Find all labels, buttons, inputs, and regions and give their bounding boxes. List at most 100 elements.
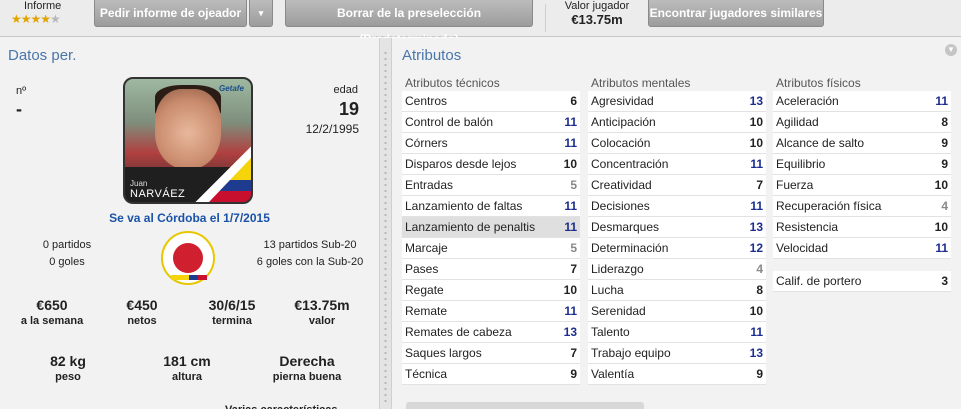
attribute-value: 9 (756, 367, 763, 381)
attribute-row: Equilibrio 9 (773, 154, 951, 175)
attribute-value: 9 (570, 367, 577, 381)
attribute-name: Concentración (591, 157, 669, 171)
u20-apps-matches: 13 partidos Sub-20 (263, 239, 357, 251)
mental-attributes-title: Atributos mentales (591, 76, 691, 90)
attribute-value: 5 (570, 241, 577, 255)
attribute-name: Lucha (591, 283, 624, 297)
collapse-icon[interactable]: ▼ (945, 44, 957, 56)
attribute-row: Lucha 8 (588, 280, 766, 301)
attribute-row: Serenidad 10 (588, 301, 766, 322)
attribute-value: 10 (563, 157, 577, 171)
attribute-value: 8 (756, 283, 763, 297)
technical-attributes-title: Atributos técnicos (405, 76, 500, 90)
attribute-name: Determinación (591, 241, 669, 255)
attribute-value: 13 (563, 325, 577, 339)
attribute-row: Agilidad 8 (773, 112, 951, 133)
squad-number-value: - (16, 99, 22, 119)
attribute-value: 11 (564, 115, 577, 129)
attribute-value: 10 (934, 178, 948, 192)
goalkeeper-rating-row: Calif. de portero 3 (773, 271, 951, 292)
bottom-tab-strip[interactable] (406, 402, 644, 409)
attribute-row: Control de balón 11 (402, 112, 580, 133)
attribute-row: Valentía 9 (588, 364, 766, 385)
attribute-row: Saques largos 7 (402, 343, 580, 364)
attribute-value: 10 (749, 304, 763, 318)
attribute-name: Serenidad (591, 304, 646, 318)
player-photo[interactable]: Getafe Juan NARVÁEZ (123, 77, 253, 204)
technical-attributes: Atributos técnicos Centros 6 Control de ba… (402, 76, 580, 385)
wage-weekly: €650 a la semana (20, 297, 84, 327)
attribute-row: Aceleración 11 (773, 91, 951, 112)
attribute-name: Colocación (591, 136, 651, 150)
attribute-value: 11 (564, 199, 577, 213)
player-value-amount: €13.75m (571, 12, 623, 27)
attribute-row: Pases 7 (402, 259, 580, 280)
attribute-row: Remates de cabeza 13 (402, 322, 580, 343)
attribute-row: Marcaje 5 (402, 238, 580, 259)
attribute-name: Trabajo equipo (591, 346, 671, 360)
attribute-name: Recuperación física (776, 199, 882, 213)
attribute-row: Entradas 5 (402, 175, 580, 196)
attribute-name: Agilidad (776, 115, 819, 129)
attribute-value: 11 (935, 94, 948, 108)
attribute-name: Remates de cabeza (405, 325, 512, 339)
chevron-down-icon[interactable]: ▾ (249, 0, 273, 27)
birth-date: 12/2/1995 (305, 122, 359, 136)
attribute-row: Centros 6 (402, 91, 580, 112)
attribute-row: Regate 10 (402, 280, 580, 301)
find-similar-players-button[interactable]: Encontrar jugadores similares (648, 0, 824, 27)
club-apps: 0 partidos 0 goles (12, 237, 122, 271)
attribute-name: Saques largos (405, 346, 482, 360)
star-icon-filled: ★★★★ (11, 12, 51, 26)
toolbar: Informe ★★★★★ Pedir informe de ojeador ▾… (0, 0, 961, 46)
attribute-row: Alcance de salto 9 (773, 133, 951, 154)
u20-apps: 13 partidos Sub-20 6 goles con la Sub-20 (248, 237, 372, 271)
physical-attributes: Atributos físicos Aceleración 11 Agilidad 8… (773, 76, 951, 292)
attribute-row: Liderazgo 4 (588, 259, 766, 280)
physical-attributes-title: Atributos físicos (776, 76, 861, 90)
informe-label: Informe (24, 0, 62, 12)
transfer-note[interactable]: Se va al Córdoba el 1/7/2015 (0, 211, 379, 225)
squad-number-label: nº (16, 85, 27, 97)
height: 181 cm altura (163, 353, 211, 383)
attribute-value: 4 (941, 199, 948, 213)
attribute-name: Velocidad (776, 241, 829, 255)
player-value: Valor jugador €13.75m (556, 0, 638, 28)
attribute-name: Lanzamiento de faltas (405, 199, 523, 213)
age-value: 19 (338, 99, 359, 119)
attribute-row: Colocación 10 (588, 133, 766, 154)
attribute-value: 5 (570, 178, 577, 192)
weight: 82 kg peso (50, 353, 86, 383)
attribute-name: Regate (405, 283, 444, 297)
attribute-name: Aceleración (776, 94, 839, 108)
splitter-grip-icon (384, 50, 387, 405)
attribute-value: 10 (563, 283, 577, 297)
attribute-name: Técnica (405, 367, 448, 381)
attribute-value: 10 (749, 115, 763, 129)
remove-shortlist-button[interactable]: Borrar de la preselección (Predeterminad… (285, 0, 533, 46)
age-label: edad (333, 84, 358, 96)
attribute-row: Creatividad 7 (588, 175, 766, 196)
attribute-value: 13 (749, 94, 763, 108)
u20-apps-goals: 6 goles con la Sub-20 (256, 256, 364, 268)
panel-splitter[interactable] (379, 38, 392, 409)
attribute-row: Lanzamiento de faltas 11 (402, 196, 580, 217)
attribute-value: 4 (756, 262, 763, 276)
attribute-value: 7 (756, 178, 763, 192)
attribute-row: Trabajo equipo 13 (588, 343, 766, 364)
wage-net: €450 netos (126, 297, 158, 327)
attribute-row: Concentración 11 (588, 154, 766, 175)
preferred-foot: Derecha pierna buena (272, 353, 342, 383)
attribute-value: 13 (749, 220, 763, 234)
mental-attributes: Atributos mentales Agresividad 13 Anticipa… (588, 76, 766, 385)
attribute-row: Fuerza 10 (773, 175, 951, 196)
goalkeeper-rating-value: 3 (941, 274, 948, 288)
attribute-name: Desmarques (591, 220, 660, 234)
attribute-row: Determinación 12 (588, 238, 766, 259)
national-team-crest-icon[interactable] (161, 231, 215, 285)
attribute-name: Agresividad (591, 94, 654, 108)
player-last-name: NARVÁEZ (130, 188, 186, 200)
attribute-name: Liderazgo (591, 262, 644, 276)
attribute-row: Resistencia 10 (773, 217, 951, 238)
request-scout-report-button[interactable]: Pedir informe de ojeador (94, 0, 247, 27)
